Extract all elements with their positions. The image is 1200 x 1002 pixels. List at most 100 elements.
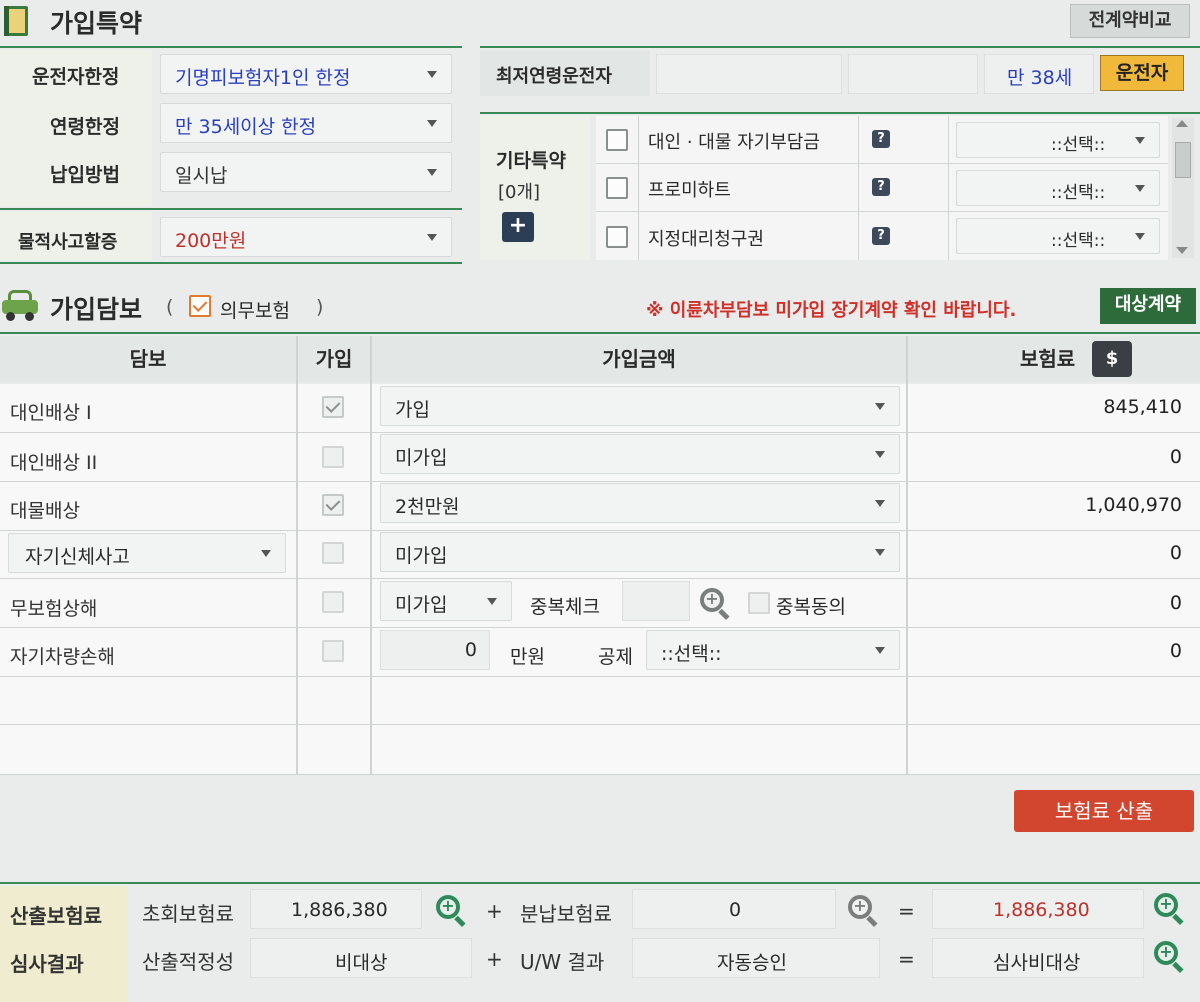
review-status-field: 심사비대상	[932, 938, 1144, 978]
property-value: 200만원	[175, 230, 247, 252]
compare-contracts-button[interactable]: 전계약비교	[1070, 4, 1190, 38]
col-header-item: 담보	[0, 336, 296, 382]
uninsured-amount-select[interactable]: 미가입	[380, 581, 512, 621]
payment-value: 일시납	[175, 165, 228, 187]
zoom-in-icon[interactable]: +	[436, 895, 466, 928]
other-item-label: 지정대리청구권	[648, 229, 764, 250]
chevron-down-icon	[875, 403, 885, 410]
other-item-select[interactable]: ::선택::	[956, 218, 1160, 254]
other-item-checkbox[interactable]	[606, 177, 628, 199]
col-header-amount: 가입금액	[372, 336, 906, 382]
mandatory-close-paren: )	[316, 296, 324, 318]
coverage-row-label: 대물배상	[10, 500, 80, 522]
own-vehicle-amount-field[interactable]: 0	[380, 630, 490, 670]
coverage-row-checkbox[interactable]	[322, 542, 344, 564]
section-title-coverage: 가입담보	[50, 295, 143, 324]
warning-text: ※ 이륜차부담보 미가입 장기계약 확인 바랍니다.	[646, 300, 1017, 321]
zoom-in-icon[interactable]: +	[1154, 893, 1184, 926]
payment-select[interactable]: 일시납	[160, 152, 452, 192]
coverage-premium: 1,040,970	[1085, 494, 1182, 516]
chevron-down-icon	[1135, 137, 1145, 144]
install-premium-field: 0	[632, 889, 836, 929]
col-header-join: 가입	[298, 336, 370, 382]
deduct-label: 공제	[598, 646, 633, 668]
mandatory-open-paren: (	[166, 296, 174, 318]
deduct-select[interactable]: ::선택::	[646, 630, 900, 670]
dup-check-label: 중복체크	[530, 596, 600, 618]
coverage-row-checkbox[interactable]	[322, 591, 344, 613]
section-title-special: 가입특약	[50, 9, 143, 38]
chevron-down-icon	[875, 500, 885, 507]
property-label: 물적사고할증	[18, 232, 118, 253]
self-injury-type-select[interactable]: 자기신체사고	[8, 533, 286, 573]
property-select[interactable]: 200만원	[160, 217, 452, 257]
help-icon[interactable]: ?	[872, 227, 890, 245]
other-item-select[interactable]: ::선택::	[956, 170, 1160, 206]
driver-limit-select[interactable]: 기명피보험자1인 한정	[160, 54, 452, 94]
zoom-in-icon[interactable]: +	[848, 895, 878, 928]
chevron-down-icon	[261, 550, 271, 557]
coverage-amount-select[interactable]: 2천만원	[380, 483, 900, 523]
unit-label: 만원	[510, 646, 545, 668]
add-special-button[interactable]: +	[502, 212, 534, 242]
coverage-premium: 0	[1169, 542, 1182, 564]
adequacy-field: 비대상	[250, 938, 472, 978]
coverage-row-checkbox[interactable]	[322, 396, 344, 418]
plus-sign: +	[486, 899, 503, 923]
coverage-amount-select[interactable]: 가입	[380, 386, 900, 426]
other-items-scrollbar[interactable]	[1172, 118, 1194, 258]
first-premium-label: 초회보험료	[142, 902, 234, 926]
help-icon[interactable]: ?	[872, 130, 890, 148]
install-premium-label: 분납보험료	[520, 902, 612, 926]
total-premium-field: 1,886,380	[932, 889, 1144, 929]
help-icon[interactable]: ?	[872, 178, 890, 196]
mandatory-checkbox[interactable]	[189, 295, 211, 317]
coverage-row-checkbox[interactable]	[322, 446, 344, 468]
coverage-row-label: 대인배상 I	[10, 402, 92, 424]
plus-sign: +	[486, 947, 503, 971]
adequacy-label: 산출적정성	[142, 950, 234, 974]
chevron-down-icon	[875, 451, 885, 458]
calculate-premium-button[interactable]: 보험료 산출	[1014, 790, 1194, 832]
other-item-label: 대인 · 대물 자기부담금	[648, 132, 820, 153]
age-limit-select[interactable]: 만 35세이상 한정	[160, 103, 452, 143]
coverage-row-checkbox[interactable]	[322, 640, 344, 662]
payment-label: 납입방법	[50, 164, 120, 186]
target-contract-button[interactable]: 대상계약	[1100, 288, 1196, 324]
zoom-in-icon[interactable]: +	[700, 588, 730, 621]
dup-agree-label: 중복동의	[776, 596, 846, 618]
equals-sign: =	[898, 947, 915, 971]
driver-limit-value: 기명피보험자1인 한정	[175, 67, 351, 89]
chevron-down-icon	[427, 120, 437, 127]
other-item-label: 프로미하트	[648, 180, 731, 201]
zoom-in-icon[interactable]: +	[1154, 941, 1184, 974]
dup-check-field[interactable]	[622, 581, 690, 621]
calc-premium-label: 산출보험료	[10, 904, 102, 928]
coverage-premium: 0	[1169, 592, 1182, 614]
coverage-amount-select[interactable]: 미가입	[380, 532, 900, 572]
chevron-down-icon	[875, 549, 885, 556]
chevron-down-icon	[1135, 185, 1145, 192]
other-special-label: 기타특약	[496, 150, 566, 172]
book-icon	[4, 6, 32, 38]
coverage-premium: 845,410	[1103, 396, 1182, 418]
age-limit-label: 연령한정	[50, 116, 120, 138]
other-item-select[interactable]: ::선택::	[956, 122, 1160, 158]
driver-button[interactable]: 운전자	[1100, 55, 1184, 91]
chevron-down-icon	[427, 71, 437, 78]
uw-result-label: U/W 결과	[520, 950, 605, 974]
coverage-amount-select[interactable]: 미가입	[380, 434, 900, 474]
other-item-checkbox[interactable]	[606, 129, 628, 151]
equals-sign: =	[898, 899, 915, 923]
youngest-driver-name-field	[656, 54, 842, 94]
coverage-premium: 0	[1169, 446, 1182, 468]
coverage-row-checkbox[interactable]	[322, 494, 344, 516]
coverage-row-label: 자기차량손해	[10, 646, 115, 668]
chevron-down-icon	[427, 169, 437, 176]
other-item-checkbox[interactable]	[606, 226, 628, 248]
dup-agree-checkbox[interactable]	[748, 592, 770, 614]
coverage-row-label: 무보험상해	[10, 598, 98, 620]
mandatory-label: 의무보험	[220, 300, 290, 322]
uw-result-field: 자동승인	[632, 938, 880, 978]
currency-icon: $	[1092, 341, 1132, 377]
